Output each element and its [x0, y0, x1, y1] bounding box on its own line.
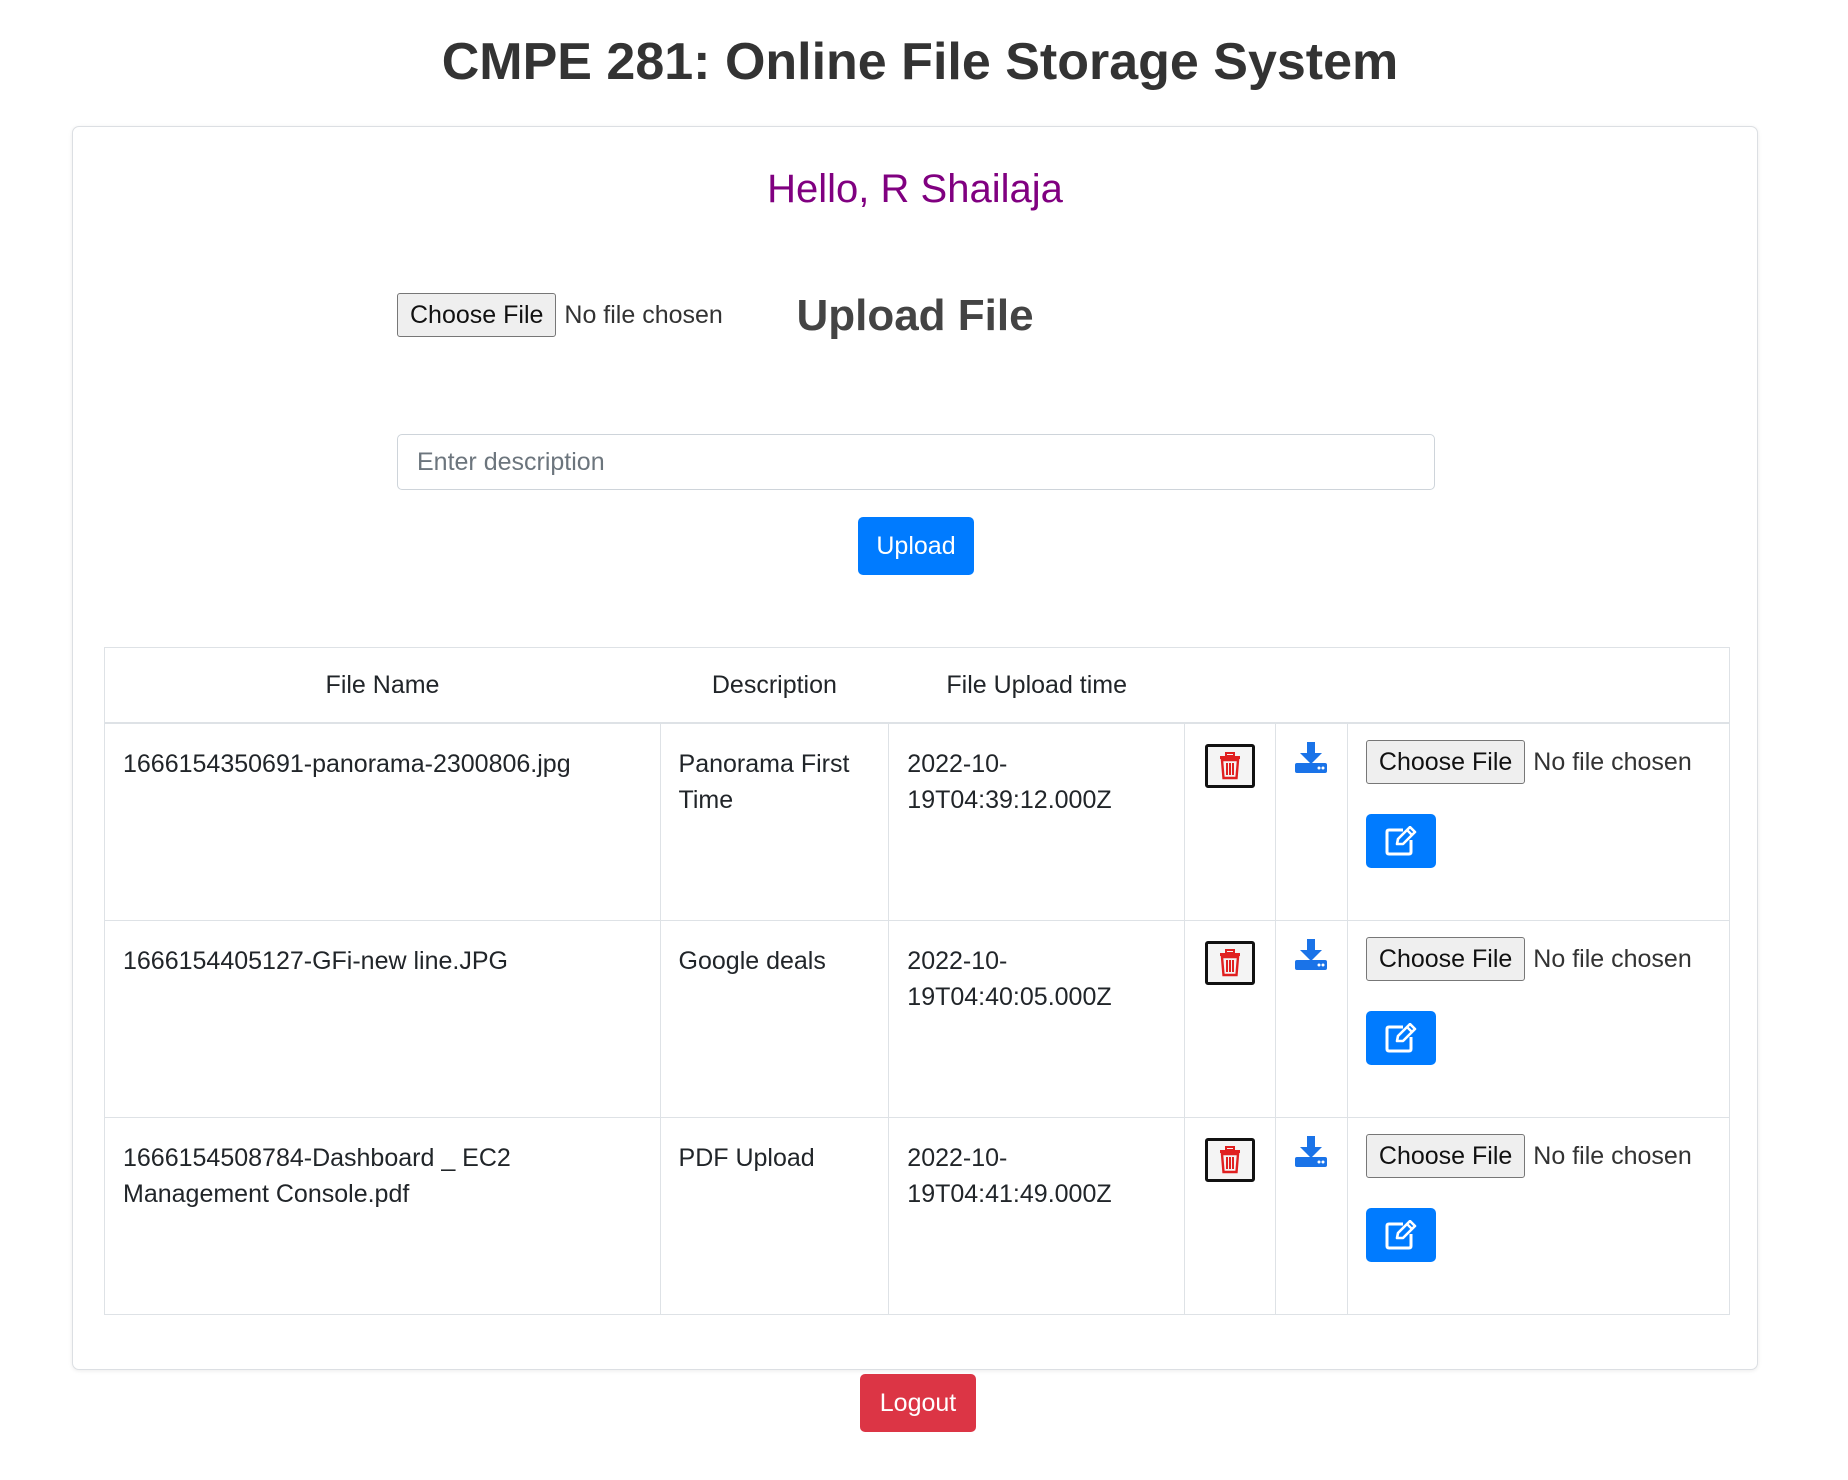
delete-cell: [1184, 919, 1276, 1118]
edit-icon: [1385, 826, 1417, 856]
choose-file-button[interactable]: Choose File: [397, 293, 557, 337]
header-actions: [1347, 647, 1731, 724]
download-button[interactable]: [1294, 1135, 1328, 1178]
choose-file-button[interactable]: Choose File: [1365, 936, 1526, 981]
header-download: [1275, 647, 1348, 724]
download-button[interactable]: [1294, 938, 1328, 981]
row-file-picker: Choose File No file chosen: [1365, 740, 1711, 784]
download-icon: [1295, 742, 1328, 773]
edit-icon: [1385, 1022, 1417, 1052]
upload-time-cell: 2022-10-19T04:40:05.000Z: [888, 919, 1186, 1118]
update-cell: Choose File No file chosen: [1346, 919, 1731, 1118]
no-file-chosen-text: No file chosen: [1533, 1141, 1692, 1170]
table-row: 1666154405127-GFi-new line.JPG Google de…: [104, 919, 1731, 1118]
download-cell: [1275, 919, 1348, 1118]
upload-file-picker: Choose File No file chosen: [397, 293, 723, 337]
trash-icon: [1220, 948, 1241, 976]
table-row: 1666154350691-panorama-2300806.jpg Panor…: [104, 722, 1731, 921]
edit-icon: [1385, 1219, 1417, 1249]
file-name-cell: 1666154508784-Dashboard _ EC2 Management…: [104, 1116, 661, 1315]
trash-icon: [1220, 1145, 1241, 1173]
no-file-chosen-text: No file chosen: [564, 300, 723, 329]
header-upload-time: File Upload time: [888, 647, 1185, 724]
download-cell: [1275, 722, 1348, 921]
upload-button[interactable]: Upload: [858, 517, 974, 575]
page-title: CMPE 281: Online File Storage System: [441, 33, 1399, 91]
download-button[interactable]: [1294, 742, 1328, 784]
upload-heading: Upload File: [796, 291, 1034, 340]
main-card: Hello, R Shailaja Upload File Choose Fil…: [72, 126, 1758, 1370]
description-cell: PDF Upload: [659, 1116, 890, 1315]
delete-button[interactable]: [1205, 1137, 1256, 1182]
table-row: 1666154508784-Dashboard _ EC2 Management…: [104, 1116, 1731, 1315]
no-file-chosen-text: No file chosen: [1533, 944, 1692, 973]
choose-file-button[interactable]: Choose File: [1365, 740, 1526, 784]
header-description: Description: [660, 647, 889, 724]
choose-file-button[interactable]: Choose File: [1365, 1133, 1526, 1178]
delete-button[interactable]: [1205, 940, 1256, 985]
edit-button[interactable]: [1365, 1010, 1436, 1065]
no-file-chosen-text: No file chosen: [1533, 748, 1692, 776]
update-cell: Choose File No file chosen: [1346, 1116, 1731, 1315]
description-cell: Google deals: [659, 919, 890, 1118]
description-cell: Panorama First Time: [659, 722, 890, 921]
greeting: Hello, R Shailaja: [767, 167, 1063, 211]
download-cell: [1275, 1116, 1348, 1315]
delete-cell: [1184, 722, 1276, 921]
delete-cell: [1184, 1116, 1276, 1315]
logout-button[interactable]: Logout: [860, 1374, 976, 1432]
header-delete: [1184, 647, 1276, 724]
table-header-row: File Name Description File Upload time: [104, 647, 1731, 724]
description-input[interactable]: [397, 434, 1435, 490]
edit-button[interactable]: [1365, 1207, 1436, 1262]
download-icon: [1295, 1135, 1328, 1167]
header-file-name: File Name: [104, 647, 661, 724]
files-table: File Name Description File Upload time 1…: [104, 647, 1731, 1315]
row-file-picker: Choose File No file chosen: [1365, 1133, 1711, 1178]
trash-icon: [1220, 752, 1241, 780]
download-icon: [1295, 938, 1328, 970]
delete-button[interactable]: [1205, 744, 1256, 788]
upload-time-cell: 2022-10-19T04:39:12.000Z: [888, 722, 1186, 921]
file-name-cell: 1666154350691-panorama-2300806.jpg: [104, 722, 661, 921]
update-cell: Choose File No file chosen: [1346, 722, 1731, 921]
edit-button[interactable]: [1365, 814, 1436, 868]
upload-time-cell: 2022-10-19T04:41:49.000Z: [888, 1116, 1186, 1315]
row-file-picker: Choose File No file chosen: [1365, 936, 1711, 981]
file-name-cell: 1666154405127-GFi-new line.JPG: [104, 919, 661, 1118]
